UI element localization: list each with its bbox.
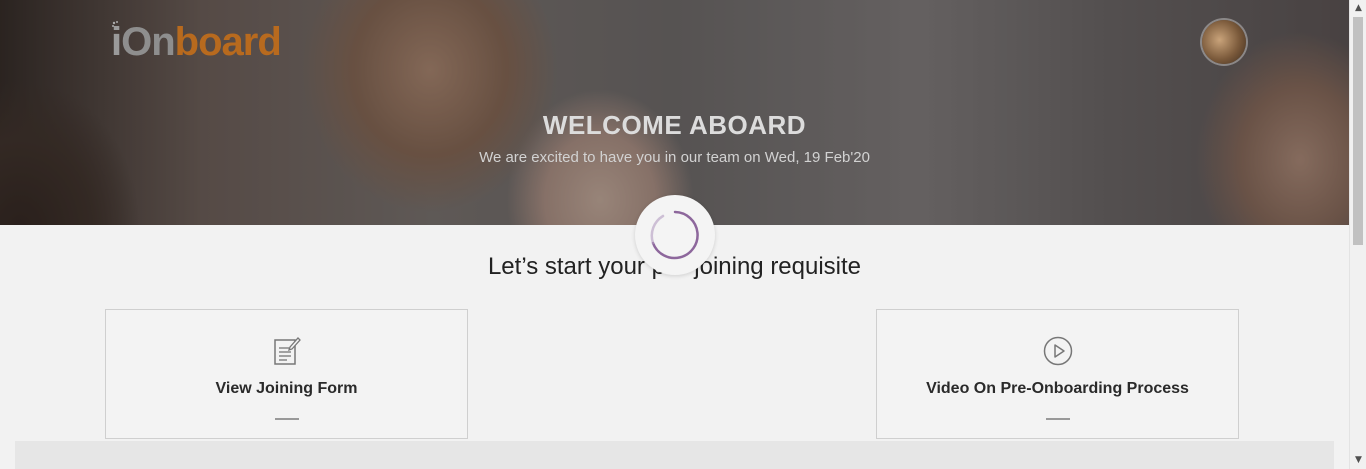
loading-spinner-icon <box>650 210 699 260</box>
bottom-section <box>15 441 1334 469</box>
card-label: Video On Pre-Onboarding Process <box>926 380 1189 397</box>
welcome-subtitle: We are excited to have you in our team o… <box>479 149 870 166</box>
hero-content: iOnboard WELCOME ABOARD We are excited t… <box>0 0 1349 225</box>
scroll-thumb[interactable] <box>1353 17 1363 245</box>
user-avatar[interactable] <box>1202 20 1246 64</box>
view-joining-form-card[interactable]: View Joining Form <box>105 309 468 439</box>
logo-part-board: board <box>174 20 282 64</box>
scroll-up-arrow-icon[interactable]: ▲ <box>1350 0 1366 17</box>
logo-spark-icon <box>112 21 118 27</box>
vertical-scrollbar[interactable]: ▲ ▼ <box>1349 0 1366 469</box>
welcome-title: WELCOME ABOARD <box>542 110 807 140</box>
scroll-down-arrow-icon[interactable]: ▼ <box>1350 452 1366 469</box>
card-divider <box>1045 418 1070 420</box>
pre-onboarding-video-card[interactable]: Video On Pre-Onboarding Process <box>876 309 1239 439</box>
loading-overlay <box>635 195 715 275</box>
card-divider <box>274 418 299 420</box>
form-edit-icon <box>273 337 301 365</box>
play-circle-icon <box>1043 336 1072 366</box>
logo-part-on: On <box>121 20 176 64</box>
ionboard-logo[interactable]: iOnboard <box>111 18 282 66</box>
card-label: View Joining Form <box>215 380 358 397</box>
